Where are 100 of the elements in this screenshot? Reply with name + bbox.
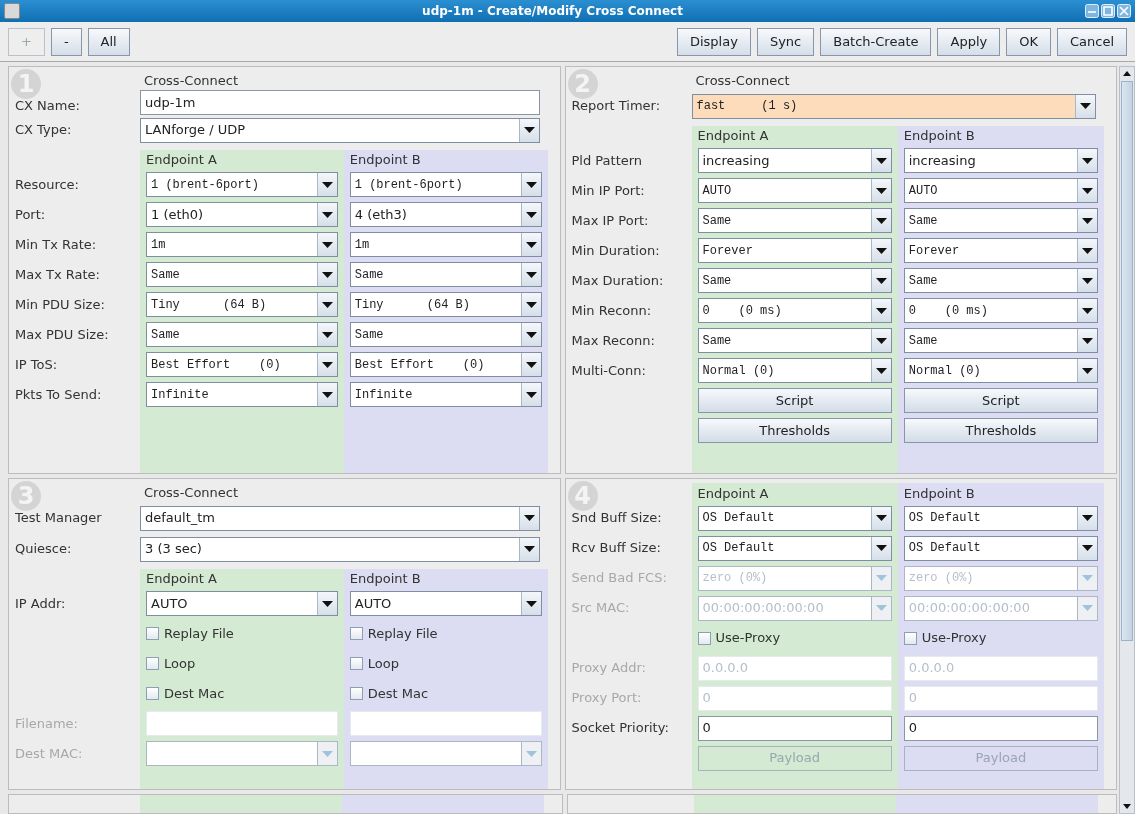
field-label: Min Duration: — [571, 241, 660, 260]
dropdown[interactable]: 1 (brent-6port) — [349, 172, 542, 197]
field-label: Port: — [15, 205, 46, 224]
checkbox[interactable]: Dest Mac — [349, 683, 429, 704]
toolbar-button[interactable]: Cancel — [1056, 27, 1127, 56]
dropdown[interactable]: fast (1 s) — [691, 93, 1096, 119]
dropdown[interactable]: Best Effort (0) — [146, 352, 338, 377]
dropdown[interactable]: AUTO — [349, 591, 542, 616]
input-field[interactable]: 0 — [697, 715, 892, 741]
section-heading: Cross-Connect — [694, 72, 790, 90]
dropdown-caret-icon — [525, 600, 537, 607]
dropdown[interactable]: 4 (eth3) — [349, 202, 542, 227]
dropdown[interactable]: OS Default — [903, 505, 1098, 531]
window-title: udp-1m - Create/Modify Cross Connect — [421, 3, 684, 20]
scrollbar-thumb[interactable] — [1121, 81, 1133, 641]
dropdown-caret-icon — [1082, 247, 1093, 254]
dropdown[interactable]: AUTO — [903, 178, 1098, 203]
dropdown[interactable]: 1m — [349, 232, 542, 257]
column-heading: Endpoint B — [349, 570, 421, 588]
toolbar-button[interactable]: - — [50, 27, 82, 56]
field-label: Test Manager — [15, 509, 102, 525]
dropdown-caret-icon — [523, 515, 535, 521]
checkbox[interactable]: Use-Proxy — [697, 628, 781, 648]
dropdown[interactable]: Forever — [903, 238, 1098, 263]
field-label: Proxy Addr: — [571, 659, 646, 678]
action-button[interactable]: Thresholds — [697, 418, 892, 443]
column-heading: Endpoint B — [903, 484, 975, 503]
dropdown[interactable]: Best Effort (0) — [349, 352, 542, 377]
dropdown[interactable]: Same — [903, 208, 1098, 233]
dropdown-caret-icon — [321, 271, 333, 278]
dropdown[interactable]: Tiny (64 B) — [349, 292, 542, 317]
dropdown[interactable]: 1 (eth0) — [146, 202, 338, 227]
dropdown[interactable]: Same — [903, 268, 1098, 293]
dropdown[interactable]: increasing — [697, 148, 892, 173]
dropdown[interactable]: Normal (0) — [697, 358, 892, 383]
dropdown[interactable]: Normal (0) — [903, 358, 1098, 383]
dropdown-caret-icon — [1082, 307, 1093, 314]
dropdown[interactable]: OS Default — [903, 535, 1098, 561]
dropdown[interactable]: Same — [697, 208, 892, 233]
checkbox[interactable]: Loop — [146, 653, 196, 674]
dropdown[interactable]: Same — [349, 262, 542, 287]
dropdown[interactable]: LANforge / UDP — [140, 117, 540, 143]
dropdown[interactable]: Same — [146, 262, 338, 287]
dropdown[interactable]: OS Default — [697, 505, 892, 531]
dropdown[interactable]: 1m — [146, 232, 338, 257]
checkbox[interactable]: Replay File — [349, 623, 438, 644]
dropdown[interactable]: Same — [349, 322, 542, 347]
checkbox[interactable]: Dest Mac — [146, 683, 225, 704]
dropdown[interactable]: Infinite — [349, 382, 542, 407]
dropdown-caret-icon — [1082, 605, 1093, 611]
toolbar-button[interactable]: Sync — [756, 27, 815, 56]
checkbox[interactable]: Use-Proxy — [903, 628, 987, 648]
column-heading: Endpoint A — [146, 151, 217, 169]
dropdown[interactable]: Same — [146, 322, 338, 347]
toolbar-button[interactable]: Display — [676, 27, 751, 56]
input-field[interactable]: 0 — [903, 715, 1098, 741]
dropdown-caret-icon — [525, 361, 537, 368]
dropdown-caret-icon — [525, 181, 537, 188]
action-button[interactable]: Script — [697, 388, 892, 413]
checkbox[interactable]: Replay File — [146, 623, 234, 644]
dropdown[interactable]: Tiny (64 B) — [146, 292, 338, 317]
dropdown[interactable]: Same — [697, 328, 892, 353]
toolbar-button[interactable]: Apply — [937, 27, 1001, 56]
dropdown[interactable]: 0 (0 ms) — [903, 298, 1098, 323]
dropdown[interactable]: increasing — [903, 148, 1098, 173]
field-label: Max Duration: — [571, 271, 664, 290]
scrollbar[interactable] — [1119, 66, 1135, 814]
dropdown[interactable]: 3 (3 sec) — [140, 536, 540, 562]
dropdown[interactable]: OS Default — [697, 535, 892, 561]
action-button[interactable]: Thresholds — [903, 418, 1098, 443]
dropdown[interactable]: Infinite — [146, 382, 338, 407]
dropdown[interactable]: 0 (0 ms) — [697, 298, 892, 323]
field-label: Resource: — [15, 175, 79, 194]
field-label: Send Bad FCS: — [571, 569, 667, 588]
input-field[interactable]: udp-1m — [140, 90, 540, 115]
dropdown-caret-icon — [875, 575, 887, 581]
field-label: Max IP Port: — [571, 211, 649, 230]
field-label: Min IP Port: — [571, 181, 645, 200]
dropdown[interactable]: Forever — [697, 238, 892, 263]
action-button[interactable]: Script — [903, 388, 1098, 413]
toolbar-button[interactable]: OK — [1006, 27, 1051, 56]
maximize-icon[interactable] — [1101, 4, 1115, 18]
dropdown-caret-icon — [1082, 515, 1093, 521]
dropdown[interactable]: 1 (brent-6port) — [146, 172, 338, 197]
close-icon[interactable] — [1117, 4, 1131, 18]
dropdown[interactable]: Same — [903, 328, 1098, 353]
checkbox[interactable]: Loop — [349, 653, 399, 674]
dropdown[interactable]: AUTO — [146, 591, 338, 616]
toolbar-button[interactable]: Batch-Create — [820, 27, 932, 56]
field-label: CX Name: — [15, 97, 80, 113]
column-heading: Endpoint A — [146, 570, 217, 588]
field-label: Rcv Buff Size: — [571, 539, 661, 558]
minimize-icon[interactable] — [1085, 4, 1099, 18]
field-label: Src MAC: — [571, 599, 630, 618]
dropdown[interactable]: AUTO — [697, 178, 892, 203]
toolbar-button[interactable]: All — [87, 27, 130, 56]
dropdown-caret-icon — [1082, 575, 1093, 581]
dropdown[interactable]: Same — [697, 268, 892, 293]
dropdown-caret-icon — [875, 367, 887, 374]
dropdown[interactable]: default_tm — [140, 505, 540, 531]
